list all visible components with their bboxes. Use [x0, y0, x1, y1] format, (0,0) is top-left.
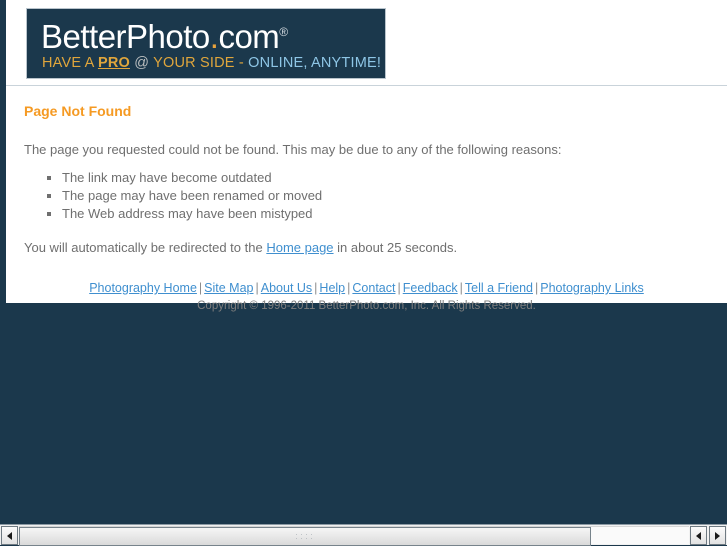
footer-link-feedback[interactable]: Feedback [403, 281, 458, 295]
logo-wordmark: BetterPhoto.com® [41, 11, 288, 58]
footer-link-photography-home[interactable]: Photography Home [89, 281, 197, 295]
footer-separator: | [459, 281, 463, 295]
page-title: Page Not Found [24, 103, 132, 119]
list-item: The link may have become outdated [62, 169, 713, 186]
site-header: BetterPhoto.com® HAVE A PRO @ YOUR SIDE … [6, 0, 727, 86]
scrollbar-right-buttons [689, 525, 727, 545]
footer-link-contact[interactable]: Contact [352, 281, 395, 295]
tagline-pro-emphasis: PRO [97, 55, 130, 71]
copyright-notice: Copyright © 1996-2011 BetterPhoto.com, I… [197, 300, 536, 312]
tagline-segment-gold-2: YOUR SIDE - [153, 55, 249, 71]
horizontal-scrollbar[interactable] [0, 524, 727, 546]
footer-link-about-us[interactable]: About Us [261, 281, 312, 295]
scrollbar-grip-icon [294, 532, 316, 541]
footer-separator: | [397, 281, 401, 295]
main-content: Page Not Found The page you requested co… [6, 103, 727, 314]
logo-tagline: HAVE A PRO @ YOUR SIDE - ONLINE, ANYTIME… [42, 53, 381, 73]
intro-text: The page you requested could not be foun… [24, 142, 562, 157]
browser-viewport: BetterPhoto.com® HAVE A PRO @ YOUR SIDE … [0, 0, 727, 524]
arrow-left-icon [696, 531, 701, 540]
footer-link-photography-links[interactable]: Photography Links [540, 281, 644, 295]
list-item: The page may have been renamed or moved [62, 187, 713, 204]
footer-link-site-map[interactable]: Site Map [204, 281, 253, 295]
registered-trademark-icon: ® [279, 25, 289, 39]
scrollbar-thumb[interactable] [19, 527, 591, 546]
redirect-suffix: in about 25 seconds. [333, 240, 458, 255]
tagline-at-symbol: @ [129, 55, 154, 71]
logo-wordmark-part1: BetterPhoto [41, 18, 210, 55]
page-content-panel: BetterPhoto.com® HAVE A PRO @ YOUR SIDE … [6, 0, 727, 312]
logo-wordmark-part2: com [218, 18, 280, 55]
betterphoto-logo-banner[interactable]: BetterPhoto.com® HAVE A PRO @ YOUR SIDE … [26, 8, 386, 79]
scroll-left-button-secondary[interactable] [690, 526, 707, 545]
arrow-right-icon [715, 531, 720, 540]
footer-separator: | [255, 281, 259, 295]
footer-link-tell-a-friend[interactable]: Tell a Friend [465, 281, 533, 295]
arrow-left-icon [7, 531, 12, 540]
reason-list: The link may have become outdated The pa… [20, 169, 713, 222]
redirect-prefix: You will automatically be redirected to … [24, 240, 267, 255]
home-page-link[interactable]: Home page [266, 240, 333, 255]
site-footer: Photography Home | Site Map | About Us | Help |… [20, 280, 713, 314]
list-item: The Web address may have been mistyped [62, 205, 713, 222]
scroll-left-button[interactable] [1, 526, 18, 545]
footer-link-help[interactable]: Help [319, 281, 345, 295]
scrollbar-track[interactable] [19, 526, 689, 546]
footer-links: Photography Home | Site Map | About Us | Help |… [20, 280, 713, 296]
tagline-segment-gold-1: HAVE A [42, 55, 98, 71]
scroll-right-button[interactable] [709, 526, 726, 545]
redirect-notice: You will automatically be redirected to … [24, 240, 713, 256]
tagline-segment-blue: ONLINE, ANYTIME! [248, 55, 382, 71]
